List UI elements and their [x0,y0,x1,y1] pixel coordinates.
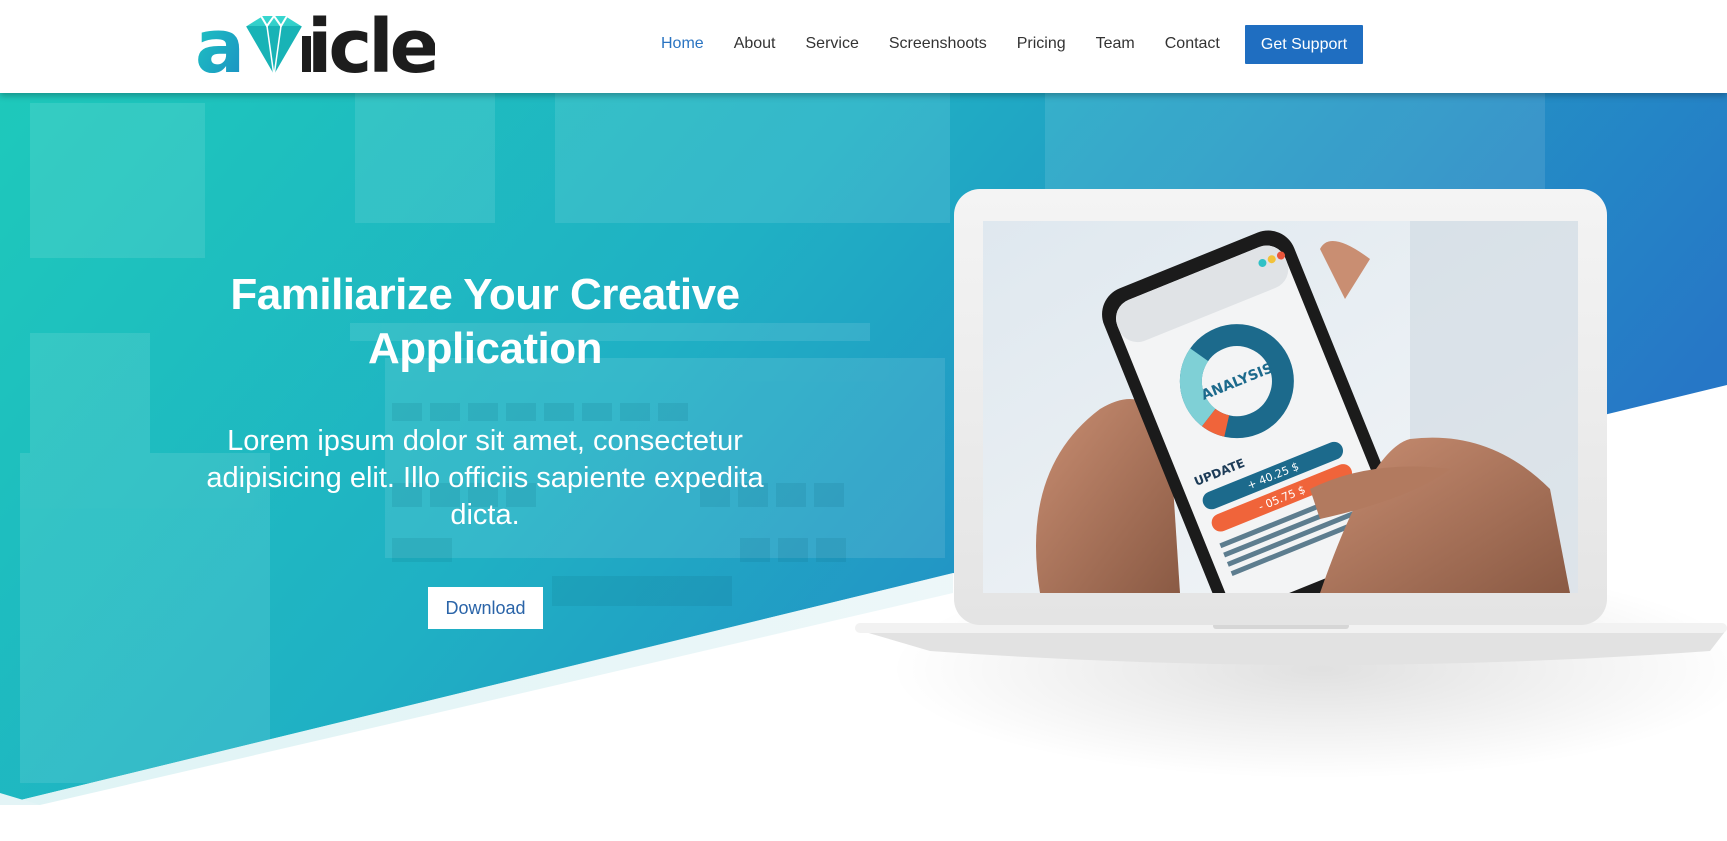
nav-about[interactable]: About [734,24,776,64]
phone-photo: ANALYSIS UPDATE + 40.25 $ - 05.75 $ [983,221,1578,593]
download-button[interactable]: Download [428,587,543,629]
nav-team[interactable]: Team [1096,24,1135,64]
nav-pricing[interactable]: Pricing [1017,24,1066,64]
logo-letters-icle: icle [307,8,435,78]
hero-section: Familiarize Your Creative Application Lo… [0,93,1727,805]
nav-service[interactable]: Service [806,24,859,64]
logo-letter-a: a [195,8,241,78]
nav-contact[interactable]: Contact [1165,24,1220,64]
navbar: a icle Home About Service Screenshoots P… [0,0,1727,93]
hero-description: Lorem ipsum dolor sit amet, consectetur … [206,425,764,531]
diamond-gem-icon [244,14,304,78]
nav-screenshoots[interactable]: Screenshoots [889,24,987,64]
brand-logo[interactable]: a icle [195,8,435,78]
laptop-mockup: ANALYSIS UPDATE + 40.25 $ - 05.75 $ [855,189,1727,779]
hero-title: Familiarize Your Creative Application [230,270,740,373]
main-nav: Home About Service Screenshoots Pricing … [661,24,1364,64]
nav-home[interactable]: Home [661,24,704,64]
get-support-button[interactable]: Get Support [1244,24,1364,64]
